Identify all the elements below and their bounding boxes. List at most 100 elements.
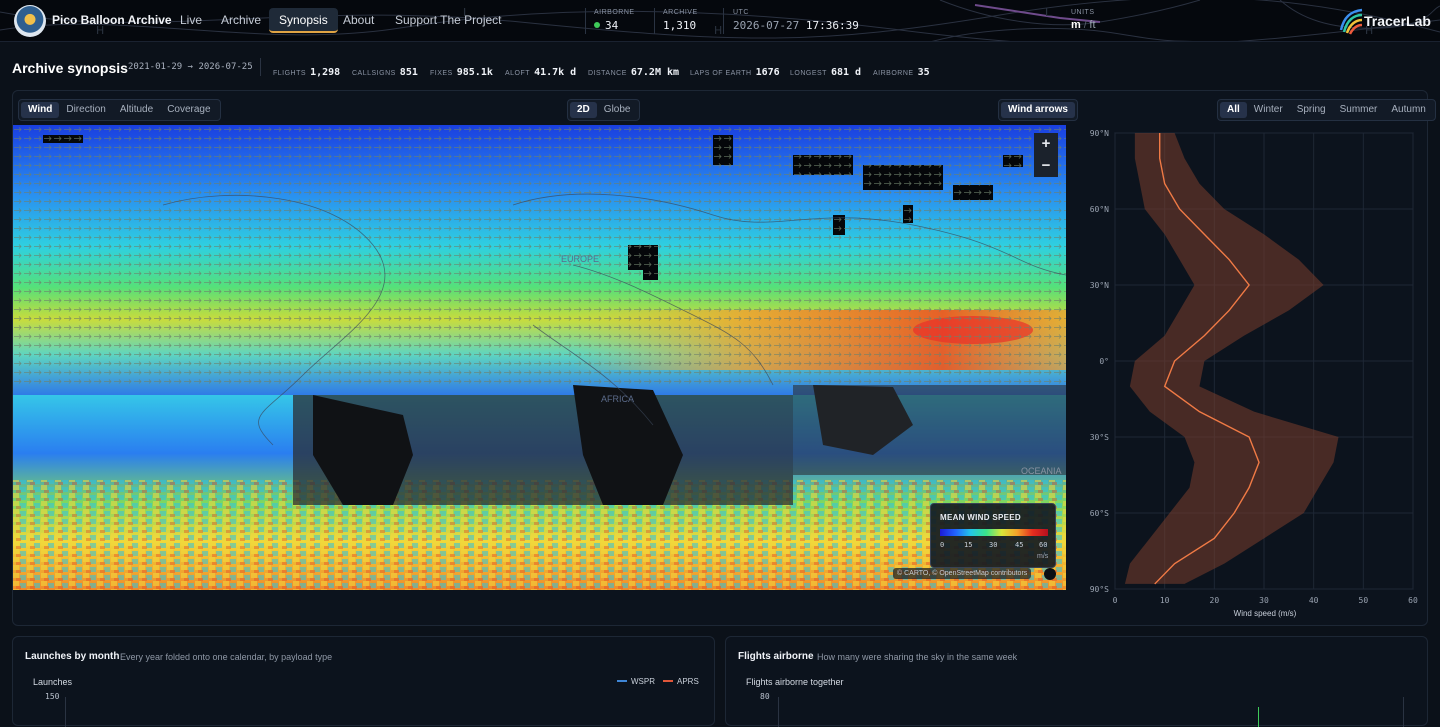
x-axis-label: Wind speed (m/s): [1234, 609, 1297, 618]
utc-label: UTC: [733, 9, 749, 16]
y-tick-label: 60°N: [1090, 205, 1109, 214]
synopsis-bar: Archive synopsis 2021-01-29 → 2026-07-25…: [0, 42, 1440, 90]
zoom-in-button[interactable]: +: [1034, 133, 1058, 155]
y-tick: 150: [45, 692, 60, 701]
svg-text:L: L: [1045, 6, 1052, 19]
unit-meters[interactable]: m: [1071, 19, 1081, 31]
y-tick: 80: [760, 692, 770, 701]
stat-flights: FLIGHTS 1,298: [273, 67, 341, 78]
legend-tick: 45: [1015, 541, 1024, 549]
tab-winter[interactable]: Winter: [1247, 102, 1290, 118]
tab-globe[interactable]: Globe: [597, 102, 638, 118]
app-logo[interactable]: [14, 5, 46, 37]
units-toggle: m / ft: [1071, 19, 1096, 31]
aprs-swatch: [663, 680, 673, 682]
legend-wspr[interactable]: WSPR: [617, 677, 655, 686]
legend-unit: m/s: [1037, 553, 1049, 560]
zoom-out-button[interactable]: −: [1034, 155, 1058, 177]
y-tick-label: 90°N: [1090, 129, 1109, 138]
card-subtitle: Every year folded onto one calendar, by …: [120, 652, 333, 662]
wspr-swatch: [617, 680, 627, 682]
tab-coverage[interactable]: Coverage: [160, 102, 217, 118]
unit-feet[interactable]: ft: [1089, 19, 1095, 31]
legend-tick: 15: [964, 541, 973, 549]
tab-spring[interactable]: Spring: [1290, 102, 1333, 118]
wind-arrows-toggle[interactable]: Wind arrows: [998, 99, 1078, 121]
latitude-wind-profile-chart: 0 10 20 30 40 50 6090°N60°N30°N0°30°S60°S90°S …: [1090, 129, 1418, 618]
stat-fixes: FIXES 985.1k: [430, 67, 493, 78]
y-tick-label: 90°S: [1090, 585, 1109, 594]
tab-summer[interactable]: Summer: [1333, 102, 1385, 118]
tab-direction[interactable]: Direction: [59, 102, 112, 118]
info-icon[interactable]: [1044, 568, 1056, 580]
wind-map[interactable]: EUROPE AFRICA OCEANIA: [13, 125, 1066, 590]
card-title: Flights airborne: [738, 651, 814, 662]
card-title: Launches by month: [25, 651, 120, 662]
nav-support[interactable]: Support The Project: [385, 8, 512, 33]
y-axis-label: Launches: [33, 677, 73, 687]
y-axis-line: [65, 697, 66, 727]
card-subtitle: How many were sharing the sky in the sam…: [817, 652, 1018, 662]
tracerlab-name[interactable]: TracerLab: [1364, 13, 1431, 29]
date-range: 2021-01-29 → 2026-07-25: [128, 62, 253, 72]
divider: [654, 8, 655, 34]
axis-line: [1403, 697, 1404, 727]
nav-synopsis[interactable]: Synopsis: [269, 8, 338, 33]
utc-clock: 2026-07-27 17:36:39: [733, 19, 859, 32]
airborne-label: AIRBORNE: [594, 9, 635, 16]
tab-2d[interactable]: 2D: [570, 102, 597, 118]
legend-aprs[interactable]: APRS: [663, 677, 699, 686]
archive-label: ARCHIVE: [663, 9, 698, 16]
nav-live[interactable]: Live: [170, 8, 212, 33]
wind-speed-legend: MEAN WIND SPEED 0 15 30 45 60 m/s: [930, 503, 1056, 568]
divider: [260, 58, 261, 76]
label-africa: AFRICA: [601, 394, 634, 404]
legend-tick: 60: [1039, 541, 1048, 549]
y-tick-label: 60°S: [1090, 509, 1109, 518]
wind-arrows-button[interactable]: Wind arrows: [1001, 102, 1075, 118]
stat-distance: DISTANCE 67.2M km: [588, 67, 680, 78]
top-bar: H L H L H Pico Balloon Archive Live Arch…: [0, 0, 1440, 42]
app-title[interactable]: Pico Balloon Archive: [52, 13, 172, 27]
tracerlab-logo-icon[interactable]: [1338, 6, 1364, 36]
legend-title: MEAN WIND SPEED: [940, 513, 1021, 522]
y-tick-label: 30°S: [1090, 433, 1109, 442]
launches-by-month-card: Launches by month Every year folded onto…: [12, 636, 715, 727]
legend-tick: 30: [989, 541, 998, 549]
legend-colorbar: [940, 529, 1048, 536]
x-tick-label: 30: [1259, 596, 1269, 605]
label-oceania: OCEANIA: [1021, 466, 1062, 476]
flights-airborne-card: Flights airborne How many were sharing t…: [725, 636, 1428, 727]
wind-heatmap: EUROPE AFRICA OCEANIA: [13, 125, 1066, 590]
nav-archive[interactable]: Archive: [211, 8, 271, 33]
map-attribution[interactable]: © CARTO, © OpenStreetMap contributors: [893, 568, 1032, 579]
y-tick-label: 30°N: [1090, 281, 1109, 290]
y-tick-label: 0°: [1099, 357, 1109, 366]
tab-altitude[interactable]: Altitude: [113, 102, 160, 118]
x-tick-label: 0: [1113, 596, 1118, 605]
stat-laps: LAPS OF EARTH 1676: [690, 67, 780, 78]
archive-count: 1,310: [663, 19, 697, 32]
divider: [723, 8, 724, 34]
tab-autumn[interactable]: Autumn: [1384, 102, 1432, 118]
x-tick-label: 60: [1408, 596, 1418, 605]
svg-text:H: H: [714, 24, 722, 37]
tab-wind[interactable]: Wind: [21, 102, 60, 118]
stat-aloft: ALOFT 41.7k d: [505, 67, 577, 78]
divider: [585, 8, 586, 34]
stat-callsigns: CALLSIGNS 851: [352, 67, 418, 78]
page-title: Archive synopsis: [12, 60, 128, 76]
season-tabs: All Winter Spring Summer Autumn: [1217, 99, 1436, 121]
x-tick-label: 40: [1309, 596, 1319, 605]
nav-about[interactable]: About: [333, 8, 384, 33]
x-tick-label: 50: [1359, 596, 1369, 605]
x-tick-label: 20: [1210, 596, 1220, 605]
stat-airborne: AIRBORNE 35: [873, 67, 930, 78]
y-axis-label: Flights airborne together: [746, 677, 844, 687]
label-europe: EUROPE: [561, 254, 599, 264]
tab-all[interactable]: All: [1220, 102, 1247, 118]
legend-tick: 0: [940, 541, 945, 549]
layer-tabs: Wind Direction Altitude Coverage: [18, 99, 221, 121]
live-dot-icon: [594, 22, 600, 28]
view-tabs: 2D Globe: [567, 99, 641, 121]
